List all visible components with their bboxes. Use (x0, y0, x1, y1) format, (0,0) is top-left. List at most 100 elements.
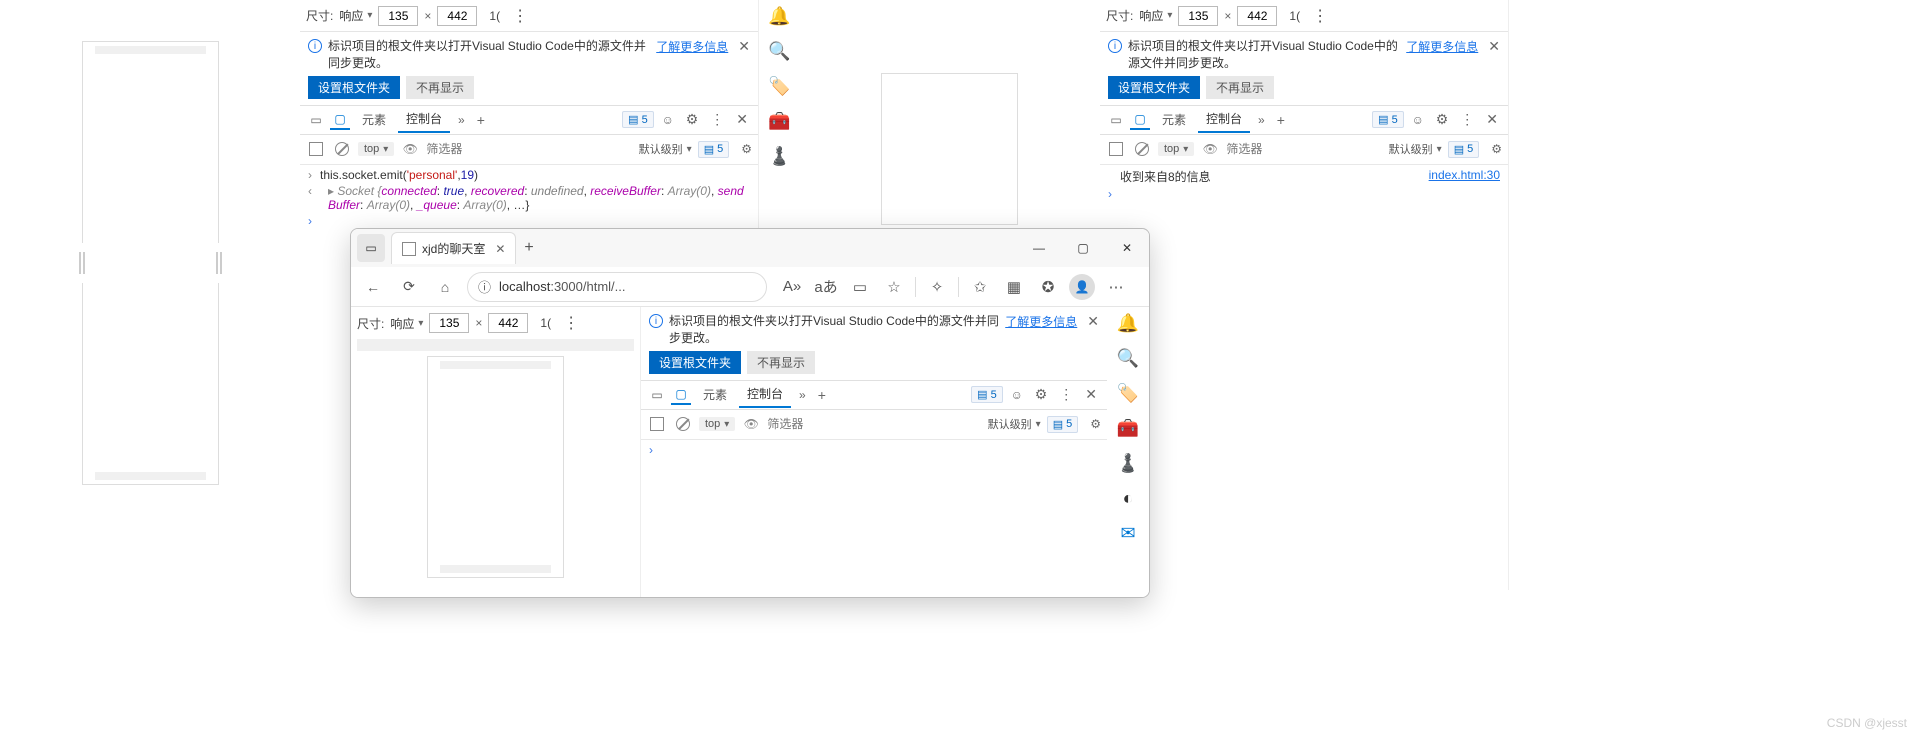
add-tab-icon[interactable]: + (1273, 112, 1289, 128)
device-toolbar-more-icon[interactable]: ⋮ (512, 6, 528, 26)
devtools-close-icon[interactable]: ✕ (732, 111, 752, 128)
responsive-mode-dropdown[interactable]: 响应 (390, 315, 423, 332)
console-sidebar-badge[interactable]: ▤ 5 (1047, 416, 1079, 433)
notifications-icon[interactable]: 🔔 (1117, 313, 1139, 334)
console-prompt[interactable]: › (641, 442, 1107, 458)
more-tabs-icon[interactable]: » (454, 113, 469, 127)
execution-context-dropdown[interactable]: top (358, 142, 394, 156)
log-level-dropdown[interactable]: 默认级别 (639, 141, 692, 157)
console-sidebar-badge[interactable]: ▤ 5 (698, 141, 730, 158)
read-aloud-icon[interactable]: A» (779, 274, 805, 300)
devtools-more-icon[interactable]: ⋮ (1055, 386, 1077, 403)
device-toolbar-more-icon[interactable]: ⋮ (563, 313, 579, 333)
console-prompt[interactable]: › (300, 213, 758, 229)
set-root-folder-button[interactable]: 设置根文件夹 (1108, 76, 1200, 99)
minimize-button[interactable]: — (1017, 229, 1061, 267)
width-input[interactable] (1178, 6, 1218, 26)
outlook-icon[interactable]: ✉ (1120, 523, 1135, 544)
console-filter-input[interactable] (426, 142, 632, 156)
url-input[interactable]: ⓘ localhost:3000/html/... (467, 272, 767, 302)
notifications-icon[interactable]: 🔔 (768, 6, 790, 27)
tab-elements[interactable]: 元素 (1154, 107, 1194, 132)
responsive-mode-dropdown[interactable]: 响应 (339, 7, 372, 24)
settings-gear-icon[interactable]: ⚙ (1031, 386, 1052, 403)
favorites-icon[interactable]: ✩ (967, 274, 993, 300)
more-tabs-icon[interactable]: » (795, 388, 810, 402)
device-toggle-icon[interactable]: ▢ (330, 110, 350, 130)
live-expression-icon[interactable] (741, 414, 761, 434)
feedback-icon[interactable]: ☺ (1408, 110, 1428, 130)
dont-show-button[interactable]: 不再显示 (1206, 76, 1274, 99)
toolbox-icon[interactable]: 🧰 (1117, 418, 1139, 439)
feedback-icon[interactable]: ☺ (1007, 385, 1027, 405)
home-icon[interactable]: ⌂ (431, 273, 459, 301)
console-prompt[interactable]: › (1100, 186, 1508, 202)
resize-handle-right[interactable] (212, 243, 226, 283)
console-settings-icon[interactable]: ⚙ (741, 142, 752, 156)
settings-gear-icon[interactable]: ⚙ (682, 111, 703, 128)
profile-avatar[interactable]: 👤 (1069, 274, 1095, 300)
execution-context-dropdown[interactable]: top (699, 417, 735, 431)
search-icon[interactable]: 🔍 (768, 41, 790, 62)
tab-elements[interactable]: 元素 (354, 107, 394, 132)
log-level-dropdown[interactable]: 默认级别 (1389, 141, 1442, 157)
tab-console[interactable]: 控制台 (398, 106, 450, 133)
device-toggle-icon[interactable]: ▢ (671, 385, 691, 405)
games-icon[interactable]: ♟️ (768, 146, 790, 167)
back-icon[interactable]: ← (359, 273, 387, 301)
set-root-folder-button[interactable]: 设置根文件夹 (308, 76, 400, 99)
log-source-link[interactable]: index.html:30 (1429, 168, 1500, 182)
learn-more-link[interactable]: 了解更多信息 (656, 38, 728, 55)
extensions-icon[interactable]: ✧ (924, 274, 950, 300)
toolbox-icon[interactable]: 🧰 (768, 111, 790, 132)
learn-more-link[interactable]: 了解更多信息 (1005, 313, 1077, 330)
devtools-more-icon[interactable]: ⋮ (1456, 111, 1478, 128)
set-root-folder-button[interactable]: 设置根文件夹 (649, 351, 741, 374)
console-filter-input[interactable] (1226, 142, 1382, 156)
add-tab-icon[interactable]: + (473, 112, 489, 128)
feedback-icon[interactable]: ☺ (658, 110, 678, 130)
resize-handle-left[interactable] (75, 243, 89, 283)
live-expression-icon[interactable] (400, 139, 420, 159)
console-sidebar-badge[interactable]: ▤ 5 (1448, 141, 1480, 158)
console-result-line[interactable]: ‹ ▸ Socket {connected: true, recovered: … (300, 183, 758, 213)
shopping-tag-icon[interactable]: 🏷️ (1117, 383, 1139, 404)
favorite-star-icon[interactable]: ☆ (881, 274, 907, 300)
tab-elements[interactable]: 元素 (695, 382, 735, 407)
live-expression-icon[interactable] (1200, 139, 1220, 159)
width-input[interactable] (378, 6, 418, 26)
console-sidebar-toggle-icon[interactable] (306, 139, 326, 159)
console-log-line[interactable]: 收到来自8的信息 index.html:30 (1100, 167, 1508, 186)
notice-close-icon[interactable]: ✕ (738, 38, 750, 55)
console-settings-icon[interactable]: ⚙ (1491, 142, 1502, 156)
issues-badge[interactable]: ▤ 5 (971, 386, 1003, 403)
console-settings-icon[interactable]: ⚙ (1090, 417, 1101, 431)
log-level-dropdown[interactable]: 默认级别 (988, 416, 1041, 432)
issues-badge[interactable]: ▤ 5 (622, 111, 654, 128)
search-icon[interactable]: 🔍 (1117, 348, 1139, 369)
games-icon[interactable]: ♟️ (1117, 453, 1139, 474)
collections-icon[interactable]: ▦ (1001, 274, 1027, 300)
responsive-mode-dropdown[interactable]: 响应 (1139, 7, 1172, 24)
window-close-button[interactable]: ✕ (1105, 229, 1149, 267)
settings-gear-icon[interactable]: ⚙ (1432, 111, 1453, 128)
inspect-element-icon[interactable]: ▭ (1106, 110, 1126, 130)
height-input[interactable] (437, 6, 477, 26)
shopping-tag-icon[interactable]: 🏷️ (768, 76, 790, 97)
tab-console[interactable]: 控制台 (1198, 106, 1250, 133)
devtools-more-icon[interactable]: ⋮ (706, 111, 728, 128)
width-input[interactable] (429, 313, 469, 333)
browser-tab[interactable]: xjd的聊天室 ✕ (391, 232, 516, 264)
site-info-icon[interactable]: ⓘ (478, 277, 491, 296)
learn-more-link[interactable]: 了解更多信息 (1406, 38, 1478, 55)
height-input[interactable] (488, 313, 528, 333)
notice-close-icon[interactable]: ✕ (1488, 38, 1500, 55)
maximize-button[interactable]: ▢ (1061, 229, 1105, 267)
performance-icon[interactable]: ✪ (1035, 274, 1061, 300)
issues-badge[interactable]: ▤ 5 (1372, 111, 1404, 128)
window-titlebar[interactable]: ▭ xjd的聊天室 ✕ + — ▢ ✕ (351, 229, 1149, 267)
clear-console-icon[interactable] (673, 414, 693, 434)
height-input[interactable] (1237, 6, 1277, 26)
dont-show-button[interactable]: 不再显示 (406, 76, 474, 99)
device-toolbar-more-icon[interactable]: ⋮ (1312, 6, 1328, 26)
